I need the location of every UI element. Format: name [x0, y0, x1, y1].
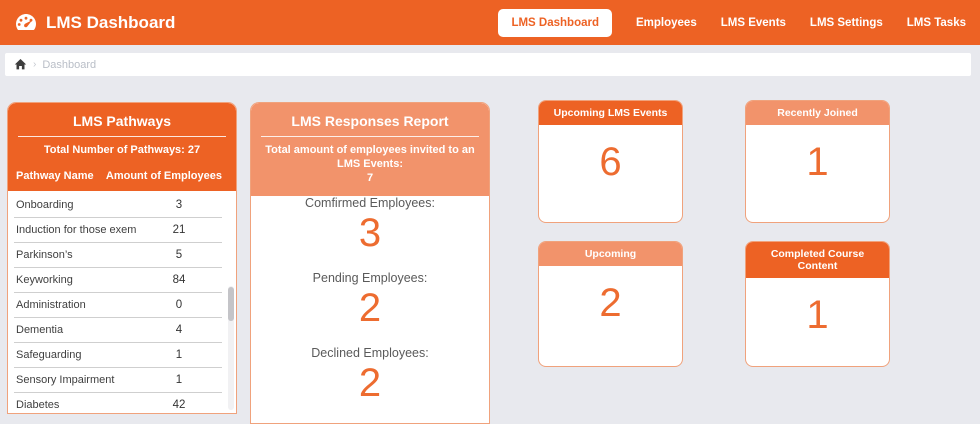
card-title: Upcoming [539, 242, 682, 266]
main-nav: LMS Dashboard Employees LMS Events LMS S… [498, 8, 966, 37]
table-row: Administration 0 [14, 293, 222, 318]
pathway-name: Induction for those exemp... [16, 224, 136, 236]
table-row: Dementia 4 [14, 318, 222, 343]
nav-item-lms-events[interactable]: LMS Events [721, 17, 786, 29]
nav-item-employees[interactable]: Employees [636, 17, 697, 29]
card-upcoming: Upcoming 2 [538, 241, 683, 367]
breadcrumb-current: Dashboard [42, 58, 97, 71]
responses-subtitle: Total amount of employees invited to an … [251, 143, 489, 185]
table-scrollbar-track[interactable] [228, 286, 234, 410]
app-brand[interactable]: LMS Dashboard [14, 11, 175, 35]
column-pathway-name: Pathway Name [16, 170, 94, 182]
pathway-count: 21 [172, 224, 186, 236]
table-row: Induction for those exemp... 21 [14, 218, 222, 243]
stat-label: Comfirmed Employees: [305, 196, 435, 210]
pathways-header: LMS Pathways Total Number of Pathways: 2… [8, 103, 236, 191]
pathway-name: Dementia [16, 324, 64, 336]
pathway-count: 3 [175, 199, 183, 211]
table-row: Onboarding 3 [14, 193, 222, 218]
stat-pending: Pending Employees: 2 [251, 271, 489, 331]
table-row: Keyworking 84 [14, 268, 222, 293]
stat-value: 2 [358, 286, 382, 330]
stat-confirmed: Comfirmed Employees: 3 [251, 196, 489, 256]
app-title: LMS Dashboard [46, 12, 176, 32]
home-icon[interactable] [14, 58, 27, 71]
pathways-table: Onboarding 3 Induction for those exemp..… [8, 193, 222, 413]
pathway-count: 5 [175, 249, 183, 261]
pathway-name: Safeguarding [16, 349, 82, 361]
stat-label: Pending Employees: [312, 271, 428, 285]
pathway-name: Diabetes [16, 399, 60, 411]
nav-item-lms-settings[interactable]: LMS Settings [810, 17, 883, 29]
header-divider [18, 136, 226, 137]
table-scrollbar-thumb[interactable] [228, 287, 234, 321]
gauge-logo-icon [14, 11, 38, 35]
table-row: Parkinson’s 5 [14, 243, 222, 268]
card-value: 6 [599, 140, 622, 184]
card-upcoming-lms-events: Upcoming LMS Events 6 [538, 100, 683, 223]
card-title: Upcoming LMS Events [539, 101, 682, 125]
responses-title: LMS Responses Report [291, 113, 449, 129]
card-value: 1 [806, 140, 829, 184]
pathway-name: Parkinson’s [16, 249, 73, 261]
pathways-panel: LMS Pathways Total Number of Pathways: 2… [7, 102, 237, 414]
card-title: Completed Course Content [746, 242, 889, 278]
stat-declined: Declined Employees: 2 [251, 346, 489, 406]
responses-panel: LMS Responses Report Total amount of emp… [250, 102, 490, 424]
pathways-subtitle: Total Number of Pathways: 27 [43, 144, 201, 156]
pathway-name: Administration [16, 299, 86, 311]
stat-label: Declined Employees: [311, 346, 429, 360]
card-completed-course-content: Completed Course Content 1 [745, 241, 890, 367]
card-value: 2 [599, 281, 622, 325]
column-amount: Amount of Employees [105, 170, 222, 182]
pathway-name: Keyworking [16, 274, 73, 286]
breadcrumb-separator: › [33, 58, 37, 70]
card-title: Recently Joined [746, 101, 889, 125]
responses-total: 7 [366, 172, 374, 184]
pathways-title: LMS Pathways [72, 113, 172, 129]
pathway-count: 1 [175, 349, 183, 361]
responses-subtitle-text: Total amount of employees invited to an … [265, 144, 475, 170]
stat-value: 3 [358, 211, 382, 255]
card-value: 1 [806, 293, 829, 337]
pathways-column-headers: Pathway Name Amount of Employees [8, 157, 236, 191]
responses-header: LMS Responses Report Total amount of emp… [251, 103, 489, 196]
pathway-name: Onboarding [16, 199, 74, 211]
table-row: Safeguarding 1 [14, 343, 222, 368]
stat-value: 2 [358, 361, 382, 405]
nav-item-lms-dashboard[interactable]: LMS Dashboard [498, 8, 612, 37]
pathway-count: 84 [172, 274, 186, 286]
breadcrumb: › Dashboard [5, 53, 971, 76]
card-recently-joined: Recently Joined 1 [745, 100, 890, 223]
pathway-count: 0 [175, 299, 183, 311]
table-row: Sensory Impairment 1 [14, 368, 222, 393]
pathway-name: Sensory Impairment [16, 374, 115, 386]
pathway-count: 4 [175, 324, 183, 336]
top-navbar: LMS Dashboard LMS Dashboard Employees LM… [0, 0, 980, 45]
header-divider [261, 136, 479, 137]
pathway-count: 1 [175, 374, 183, 386]
pathway-count: 42 [172, 399, 186, 411]
nav-item-lms-tasks[interactable]: LMS Tasks [907, 17, 966, 29]
